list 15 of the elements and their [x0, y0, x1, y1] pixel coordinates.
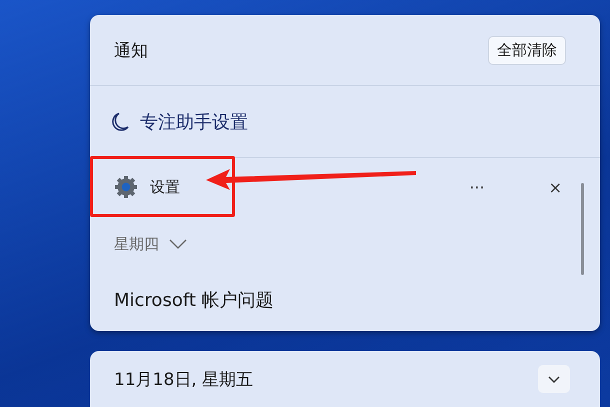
- more-button[interactable]: ···: [463, 176, 491, 198]
- app-name: 设置: [150, 178, 181, 196]
- chevron-icon: [548, 376, 560, 382]
- expand-button[interactable]: [538, 365, 570, 393]
- chevron-icon[interactable]: [169, 239, 187, 249]
- moon-icon: [112, 112, 130, 132]
- clear-all-button[interactable]: 全部清除: [488, 36, 566, 64]
- notification-title: Microsoft 帐户问题: [114, 289, 275, 312]
- close-button[interactable]: ×: [542, 176, 568, 198]
- panel-title: 通知: [114, 40, 148, 62]
- gear-icon: [114, 175, 138, 199]
- calendar-date: 11月18日, 星期五: [114, 368, 254, 390]
- focus-assist-link[interactable]: 专注助手设置: [140, 110, 248, 134]
- day-label: 星期四: [114, 234, 159, 254]
- scrollbar[interactable]: [581, 183, 584, 275]
